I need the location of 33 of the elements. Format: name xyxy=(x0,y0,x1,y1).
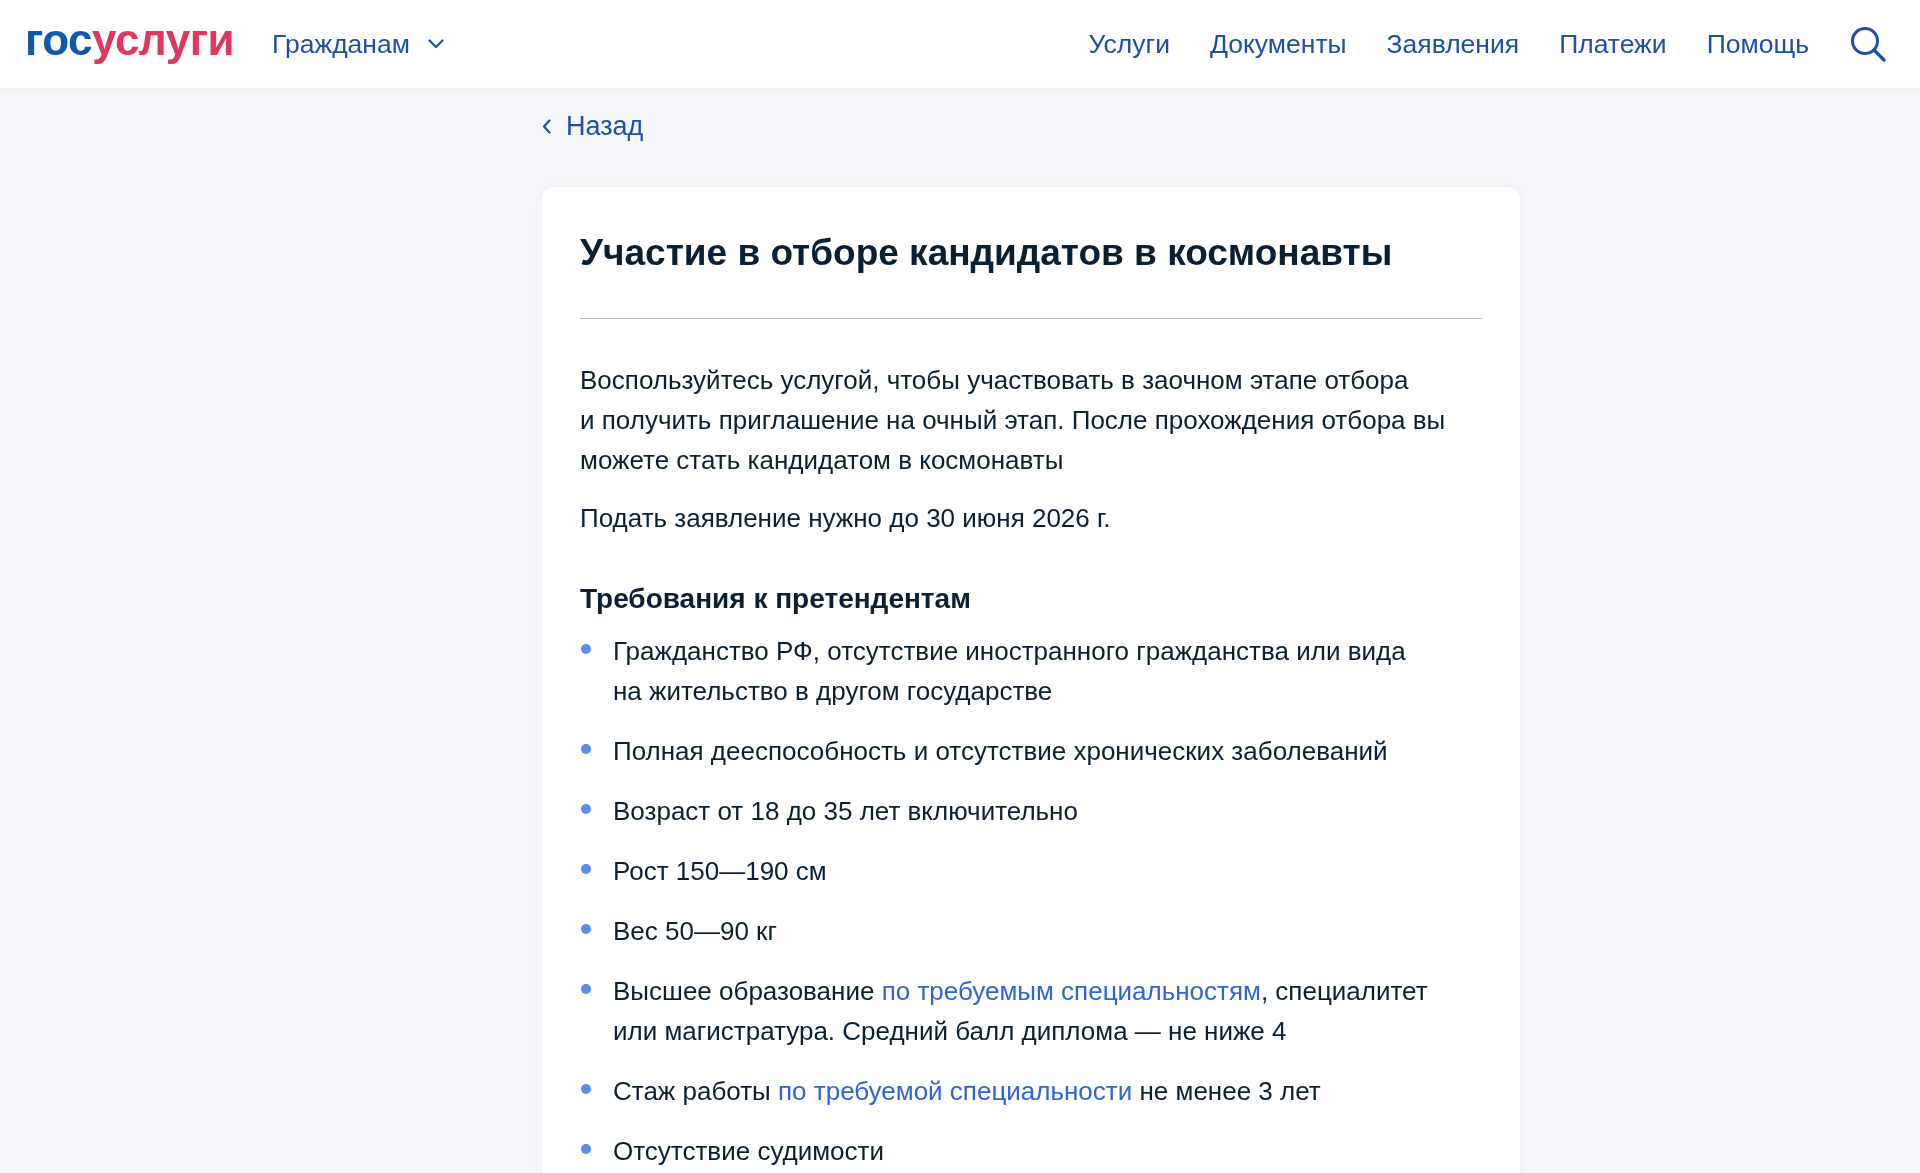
bullet-icon xyxy=(581,804,591,814)
audience-dropdown[interactable]: Гражданам xyxy=(272,26,444,62)
bullet-icon xyxy=(581,644,591,654)
bullet-icon xyxy=(581,864,591,874)
requirement-link[interactable]: по требуемым специальностям xyxy=(881,976,1261,1006)
bullet-icon xyxy=(581,924,591,934)
requirement-text: Высшее образование по требуемым специальностям, специалитет или магистратура. Средний балл диплома — не ниже 4 xyxy=(613,975,1429,1048)
logo[interactable]: госуслуги xyxy=(25,15,235,65)
service-description: Воспользуйтесь услугой, чтобы участвовать в заочном этапе отбора и получить приглашение на очный этап. После прохождения отбора вы можете стать кандидатом в космонавты xyxy=(580,364,1447,477)
requirement-text: Стаж работы по требуемой специальности не менее 3 лет xyxy=(613,1075,1321,1108)
requirement-text: Отсутствие судимости xyxy=(613,1135,884,1168)
bullet-icon xyxy=(581,744,591,754)
bullet-icon xyxy=(581,1144,591,1154)
bullet-icon xyxy=(581,984,591,994)
deadline-text: Подать заявление нужно до 30 июня 2026 г. xyxy=(580,502,1112,535)
nav-link[interactable]: Помощь xyxy=(1706,26,1809,62)
back-link[interactable]: Назад xyxy=(542,108,644,144)
nav-link[interactable]: Услуги xyxy=(1088,26,1170,62)
requirements-heading: Требования к претендентам xyxy=(580,582,972,616)
card-title: Участие в отборе кандидатов в космонавты xyxy=(580,231,1394,275)
chevron-down-icon xyxy=(427,39,444,49)
requirement-text: Возраст от 18 до 35 лет включительно xyxy=(613,795,1078,828)
bullet-icon xyxy=(581,1084,591,1094)
requirement-text: Рост 150—190 см xyxy=(613,855,827,888)
nav-link[interactable]: Заявления xyxy=(1386,26,1520,62)
chevron-left-icon xyxy=(542,118,551,134)
search-icon[interactable] xyxy=(1850,26,1886,62)
requirement-text: Полная дееспособность и отсутствие хронических заболеваний xyxy=(613,735,1388,768)
requirement-link[interactable]: по требуемой специальности xyxy=(778,1076,1133,1106)
requirement-text: Вес 50—90 кг xyxy=(613,915,777,948)
nav-link[interactable]: Платежи xyxy=(1559,26,1667,62)
nav-link[interactable]: Документы xyxy=(1210,26,1347,62)
requirement-text: Гражданство РФ, отсутствие иностранного гражданства или вида на жительство в другом государстве xyxy=(613,635,1407,708)
